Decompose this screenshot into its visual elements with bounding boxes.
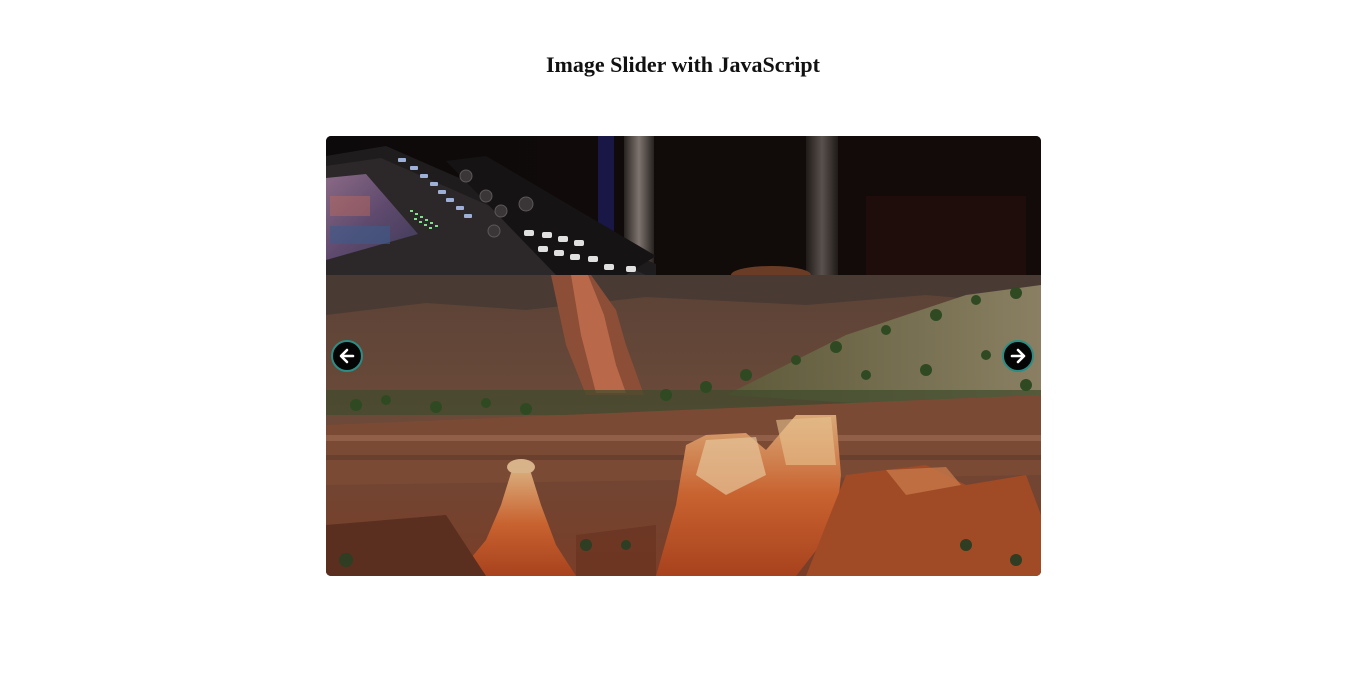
canyon-image: [326, 275, 1041, 576]
page-title: Image Slider with JavaScript: [546, 52, 820, 77]
audio-mixer-image: [326, 136, 1041, 275]
arrow-left-icon: [339, 348, 355, 364]
slide-canyon: [326, 275, 1041, 576]
slide-audio-mixer: [326, 136, 1041, 275]
image-slider: [326, 136, 1041, 576]
next-slide-button[interactable]: [1002, 340, 1034, 372]
page: Image Slider with JavaScript: [0, 0, 1366, 689]
arrow-right-icon: [1010, 348, 1026, 364]
prev-slide-button[interactable]: [331, 340, 363, 372]
